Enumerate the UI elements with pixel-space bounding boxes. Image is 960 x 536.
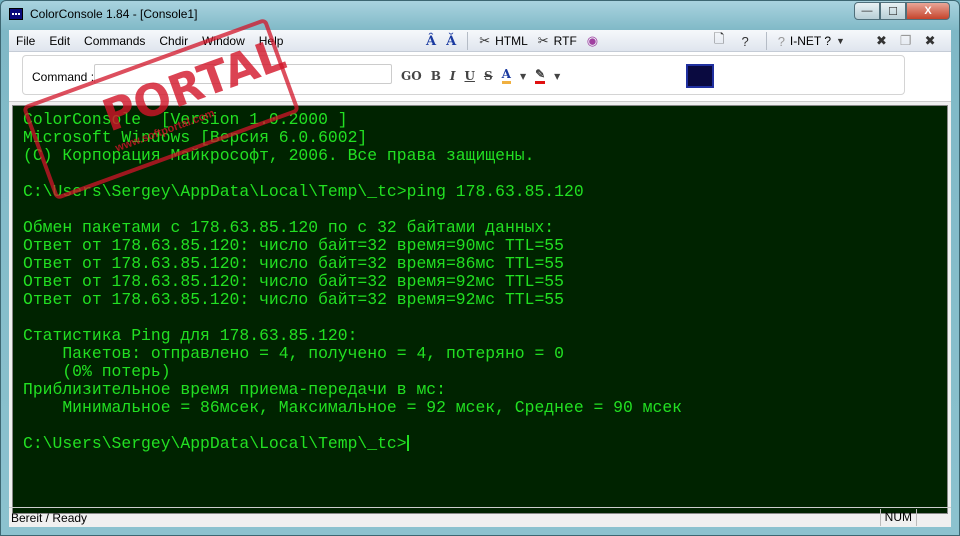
close-all-icon[interactable]: ✖ — [925, 33, 936, 49]
console-prompt: C:\Users\Sergey\AppData\Local\Temp\_tc> — [23, 434, 407, 453]
status-text: Bereit / Ready — [11, 510, 88, 525]
menu-help[interactable]: Help — [252, 34, 291, 48]
go-button[interactable]: GO — [401, 69, 422, 83]
console-line: Пакетов: отправлено = 4, получено = 4, п… — [23, 344, 564, 363]
console-line: Ответ от 178.63.85.120: число байт=32 вр… — [23, 272, 564, 291]
new-document-icon[interactable]: 🗋 — [714, 30, 724, 52]
text-cursor — [406, 435, 409, 451]
menu-bar: File Edit Commands Chdir Window Help Â Ǎ… — [9, 30, 951, 52]
underline-button[interactable]: U — [464, 69, 474, 83]
chevron-down-icon[interactable]: ▼ — [520, 71, 526, 81]
close-button[interactable]: X — [906, 2, 950, 20]
cascade-windows-icon[interactable]: ❐ — [900, 33, 912, 49]
console-output[interactable]: ColorConsole [Version 1.0.2000 ] Microsof… — [12, 105, 948, 514]
console-line: Приблизительное время приема-передачи в … — [23, 380, 446, 399]
close-console-icon[interactable]: ✖ — [876, 33, 887, 49]
title-bar: ColorConsole 1.84 - [Console1] — ☐ X — [1, 1, 959, 27]
console-line: Ответ от 178.63.85.120: число байт=32 вр… — [23, 236, 564, 255]
export-rtf-icon[interactable]: ✂ — [538, 33, 549, 49]
menu-edit[interactable]: Edit — [42, 34, 77, 48]
minimize-button[interactable]: — — [854, 2, 880, 20]
console-line: Минимальное = 86мсек, Максимальное = 92 … — [23, 398, 683, 417]
maximize-button[interactable]: ☐ — [880, 2, 906, 20]
console-line: Обмен пакетами с 178.63.85.120 по с 32 б… — [23, 218, 555, 237]
font-color-button[interactable]: A — [501, 67, 511, 84]
console-line: Ответ от 178.63.85.120: число байт=32 вр… — [23, 254, 564, 273]
separator — [765, 32, 767, 50]
inet-icon[interactable]: ? — [778, 34, 785, 49]
console-line: Статистика Ping для 178.63.85.120: — [23, 326, 358, 345]
app-window: ColorConsole 1.84 - [Console1] — ☐ X Fil… — [0, 0, 960, 536]
status-bar: Bereit / Ready NUM — [9, 507, 951, 527]
console-line: (C) Корпорация Майкрософт, 2006. Все пра… — [23, 146, 535, 165]
console-line: C:\Users\Sergey\AppData\Local\Temp\_tc>p… — [23, 182, 584, 201]
command-input[interactable] — [94, 64, 392, 84]
export-html-button[interactable]: HTML — [495, 34, 528, 48]
console-line: Microsoft Windows [Версия 6.0.6002] — [23, 128, 368, 147]
command-label: Command : — [32, 70, 95, 84]
menu-file[interactable]: File — [9, 34, 42, 48]
font-decrease-icon[interactable]: Ǎ — [446, 34, 456, 49]
inet-button[interactable]: I-NET ? — [790, 34, 831, 48]
num-lock-indicator: NUM — [879, 509, 917, 526]
separator — [467, 32, 469, 50]
italic-button[interactable]: I — [450, 69, 456, 83]
window-title: ColorConsole 1.84 - [Console1] — [30, 7, 198, 21]
menu-commands[interactable]: Commands — [77, 34, 152, 48]
console-line: ColorConsole [Version 1.0.2000 ] — [23, 110, 348, 129]
palette-icon[interactable]: ◉ — [587, 33, 598, 49]
chevron-down-icon[interactable]: ▼ — [554, 71, 560, 81]
help-button[interactable]: ? — [741, 34, 748, 49]
console-line: (0% потерь) — [23, 362, 171, 381]
font-increase-icon[interactable]: Â — [426, 34, 436, 49]
command-bar: Command : GO B I U S A ▼ ✎ ▼ — [9, 52, 951, 102]
export-rtf-button[interactable]: RTF — [554, 34, 577, 48]
console-color-icon[interactable] — [686, 64, 714, 88]
app-icon[interactable] — [9, 8, 23, 20]
console-line: Ответ от 178.63.85.120: число байт=32 вр… — [23, 290, 564, 309]
export-html-icon[interactable]: ✂ — [479, 33, 490, 49]
chevron-down-icon[interactable]: ▼ — [836, 36, 845, 46]
bold-button[interactable]: B — [431, 69, 441, 83]
strikethrough-button[interactable]: S — [484, 69, 493, 83]
menu-window[interactable]: Window — [195, 34, 252, 48]
highlight-pen-icon[interactable]: ✎ — [535, 67, 546, 84]
menu-chdir[interactable]: Chdir — [152, 34, 195, 48]
